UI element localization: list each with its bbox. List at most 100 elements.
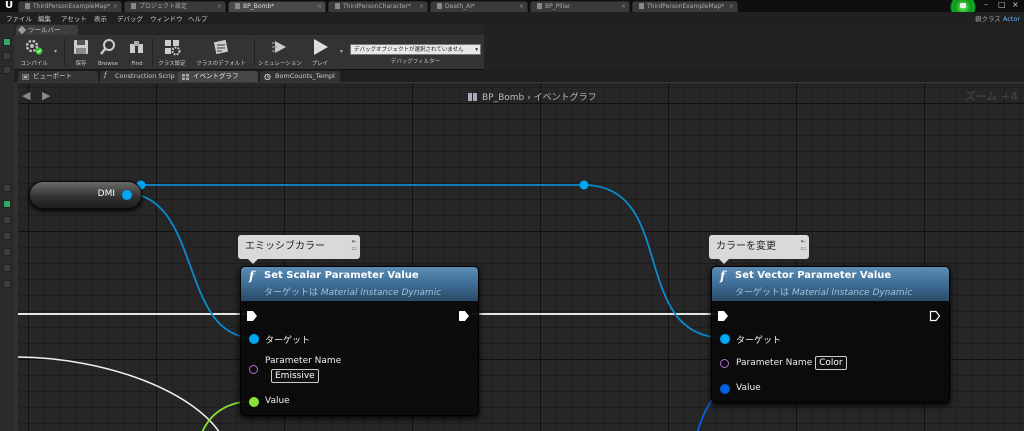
value-pin[interactable]	[249, 397, 259, 407]
dmi-output-pin[interactable]	[122, 190, 132, 200]
simulation-button[interactable]: シミュレーション	[257, 36, 303, 68]
find-icon	[130, 41, 143, 53]
parent-class: 親クラス Actor	[975, 13, 1020, 23]
parameter-name-pin[interactable]	[249, 365, 258, 374]
doc-tab-death-ai[interactable]: Death_AI* ×	[430, 1, 528, 12]
add-icon[interactable]	[3, 200, 11, 208]
function-icon: f	[249, 269, 255, 283]
target-pin[interactable]	[720, 334, 730, 344]
close-icon[interactable]: ×	[317, 2, 322, 12]
maximize-icon[interactable]: □	[998, 0, 1006, 9]
exec-out-pin[interactable]	[929, 310, 941, 322]
exec-out-pin[interactable]	[458, 310, 470, 322]
blueprint-icon	[235, 3, 240, 9]
doc-tab-map[interactable]: ThirdPersonExampleMap* ×	[18, 1, 122, 12]
save-icon	[74, 40, 88, 54]
comment-bubble-color[interactable]: カラーを変更 ⇤ ▭	[709, 235, 809, 264]
parent-class-value[interactable]: Actor	[1003, 15, 1020, 23]
class-defaults-button[interactable]: クラスのデフォルト	[192, 36, 250, 68]
node-header: f Set Scalar Parameter Value ターゲットは Mate…	[241, 267, 478, 301]
doc-tab-third-person-character[interactable]: ThirdPersonCharacter* ×	[328, 1, 428, 12]
panel-icon[interactable]	[3, 232, 11, 240]
node-title: Set Vector Parameter Value	[735, 270, 892, 281]
panel-icon[interactable]	[3, 216, 11, 224]
browse-button[interactable]: Browse	[94, 36, 122, 68]
set-vector-parameter-node[interactable]: f Set Vector Parameter Value ターゲットは Mate…	[711, 266, 950, 403]
settings-icon	[131, 3, 136, 9]
reroute-knot[interactable]	[579, 180, 589, 190]
panel-icon[interactable]	[3, 66, 11, 74]
play-button[interactable]: プレイ	[306, 36, 334, 68]
set-scalar-parameter-node[interactable]: f Set Scalar Parameter Value ターゲットは Mate…	[240, 266, 479, 416]
minimize-icon[interactable]: –	[984, 0, 988, 9]
panel-icon[interactable]	[3, 280, 11, 288]
debug-filter-label: デバッグフィルター	[390, 59, 441, 65]
blueprint-icon	[437, 3, 442, 9]
exec-in-pin[interactable]	[717, 310, 729, 322]
close-window-icon[interactable]: ×	[1012, 0, 1019, 9]
find-button[interactable]: Find	[124, 36, 150, 68]
node-header: f Set Vector Parameter Value ターゲットは Mate…	[712, 267, 949, 301]
panel-icon[interactable]	[3, 52, 11, 60]
close-icon[interactable]: ×	[621, 2, 626, 12]
doc-tab-bp-bomb[interactable]: BP_Bomb* ×	[228, 1, 326, 12]
class-settings-button[interactable]: クラス設定	[154, 36, 190, 68]
doc-tab-project-settings[interactable]: プロジェクト設定 ×	[124, 1, 226, 12]
target-label: ターゲット	[736, 336, 782, 346]
target-pin[interactable]	[249, 334, 259, 344]
menu-debug[interactable]: デバッグ	[117, 13, 143, 23]
node-title: Set Scalar Parameter Value	[264, 270, 419, 281]
parameter-name-input[interactable]: Color	[815, 356, 847, 370]
panel-icon[interactable]	[3, 264, 11, 272]
pin-icon[interactable]: ⇤ ▭	[351, 238, 357, 252]
panel-icon[interactable]	[3, 248, 11, 256]
dmi-variable-node[interactable]: DMI	[29, 181, 142, 209]
compile-options-chevron-icon[interactable]: ▾	[54, 48, 57, 55]
save-button[interactable]: 保存	[68, 36, 94, 68]
parameter-name-input[interactable]: Emissive	[271, 369, 319, 383]
blueprint-icon	[335, 3, 340, 9]
parent-class-label: 親クラス	[974, 15, 1001, 23]
node-subtitle: ターゲットは Material Instance Dynamic	[264, 288, 442, 298]
map-icon	[25, 3, 30, 9]
value-label: Value	[265, 396, 290, 406]
simulation-icon	[272, 41, 286, 53]
parameter-name-pin[interactable]	[720, 359, 729, 368]
value-pin[interactable]	[720, 384, 730, 394]
event-graph-canvas[interactable]: ◀ ▶ BP_Bomb › イベントグラフ ズーム +4 DMI エミッシブカラ…	[14, 82, 1024, 431]
doc-tab-map-2[interactable]: ThirdPersonExampleMap* ×	[632, 1, 738, 12]
tab-viewport[interactable]: ビューポート	[18, 71, 98, 82]
compile-icon	[25, 39, 43, 55]
toolbar-tab[interactable]: ツールバー	[16, 25, 78, 35]
menu-view[interactable]: 表示	[94, 13, 107, 23]
event-graph-icon	[182, 74, 189, 80]
exec-in-pin[interactable]	[246, 310, 258, 322]
tab-bomcounts-timeline[interactable]: BomCounts_Templ	[260, 71, 340, 82]
menu-help[interactable]: ヘルプ	[188, 13, 208, 23]
tab-event-graph[interactable]: イベントグラフ	[178, 71, 258, 82]
close-icon[interactable]: ×	[729, 2, 734, 12]
compile-button[interactable]: コンパイル	[16, 36, 52, 68]
close-icon[interactable]: ×	[113, 2, 118, 12]
map-icon	[639, 3, 644, 9]
debug-object-select[interactable]: デバッグオブジェクトが選択されていません ▾	[350, 44, 481, 55]
left-panel-strip	[0, 24, 14, 431]
add-icon[interactable]	[3, 38, 11, 46]
node-subtitle: ターゲットは Material Instance Dynamic	[735, 288, 913, 298]
menu-asset[interactable]: アセット	[61, 13, 87, 23]
pin-icon[interactable]: ⇤ ▭	[800, 238, 806, 252]
close-icon[interactable]: ×	[419, 2, 424, 12]
menu-window[interactable]: ウィンドウ	[150, 13, 183, 23]
panel-icon[interactable]	[3, 184, 11, 192]
function-icon: f	[104, 71, 107, 79]
menu-edit[interactable]: 編集	[38, 13, 51, 23]
tab-construction-script[interactable]: f Construction Scrip	[100, 71, 180, 82]
play-options-chevron-icon[interactable]: ▾	[340, 48, 343, 55]
doc-tab-bp-pillar[interactable]: BP_Pillar ×	[530, 1, 630, 12]
unreal-logo-icon: U	[4, 0, 14, 11]
close-icon[interactable]: ×	[519, 2, 524, 12]
close-icon[interactable]: ×	[217, 2, 222, 12]
play-icon	[314, 39, 328, 55]
comment-bubble-emissive[interactable]: エミッシブカラー ⇤ ▭	[238, 235, 360, 264]
menu-file[interactable]: ファイル	[6, 13, 32, 23]
